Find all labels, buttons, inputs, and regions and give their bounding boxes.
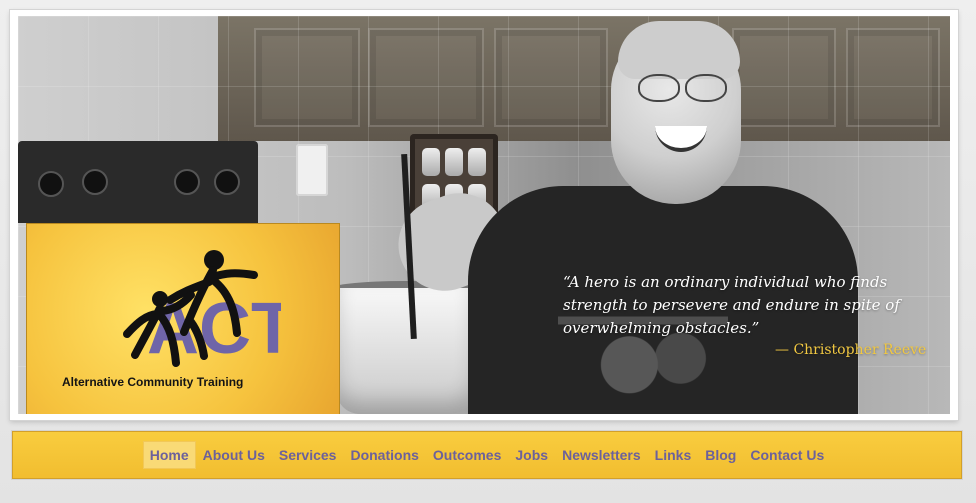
glasses-lens [685, 74, 727, 102]
nav-blog-link[interactable]: Blog [698, 441, 743, 469]
cabinet-door [494, 28, 608, 127]
quote-author: — Christopher Reeve [775, 342, 927, 358]
cooking-pot [336, 288, 474, 414]
nav-contact-us-link[interactable]: Contact Us [743, 441, 831, 469]
stove-knob [82, 169, 108, 195]
hero-banner: ACT Alternative Community Training “A he… [10, 10, 958, 420]
nav-services-link[interactable]: Services [272, 441, 344, 469]
kitchen-cabinets [218, 16, 950, 141]
wall-outlet [296, 144, 328, 196]
cabinet-door [254, 28, 360, 127]
act-logo-panel: ACT Alternative Community Training [26, 223, 340, 414]
nav-jobs-link[interactable]: Jobs [508, 441, 555, 469]
nav-donations-link[interactable]: Donations [343, 441, 425, 469]
spice-jar [422, 148, 440, 176]
spice-jar [468, 148, 486, 176]
cabinet-door [368, 28, 484, 127]
stove-knob [38, 171, 64, 197]
main-navigation: Home About Us Services Donations Outcome… [12, 431, 962, 479]
person-hair [618, 21, 740, 79]
glasses-lens [638, 74, 680, 102]
organization-name: Alternative Community Training [62, 375, 244, 389]
navigation-bar: Home About Us Services Donations Outcome… [12, 431, 962, 479]
kitchen-photo: ACT Alternative Community Training “A he… [18, 16, 950, 414]
quote-line: strength to persevere and endure in spit… [563, 296, 900, 314]
quote-line: “A hero is an ordinary individual who fi… [563, 273, 888, 291]
nav-about-us-link[interactable]: About Us [196, 441, 272, 469]
stove-knob [214, 169, 240, 195]
cabinet-door [732, 28, 836, 127]
glasses [633, 74, 728, 102]
nav-outcomes-link[interactable]: Outcomes [426, 441, 508, 469]
quote-line: overwhelming obstacles.” [563, 319, 760, 337]
nav-newsletters-link[interactable]: Newsletters [555, 441, 648, 469]
stove-knob [174, 169, 200, 195]
spice-jar [445, 148, 463, 176]
cabinet-door [846, 28, 940, 127]
nav-links-link[interactable]: Links [648, 441, 699, 469]
nav-home-link[interactable]: Home [142, 441, 196, 469]
stove-controls [18, 141, 258, 223]
hero-quote: “A hero is an ordinary individual who fi… [563, 271, 903, 340]
act-logo-mark: ACT [123, 250, 281, 369]
act-homepage: ACT Alternative Community Training “A he… [0, 0, 976, 503]
